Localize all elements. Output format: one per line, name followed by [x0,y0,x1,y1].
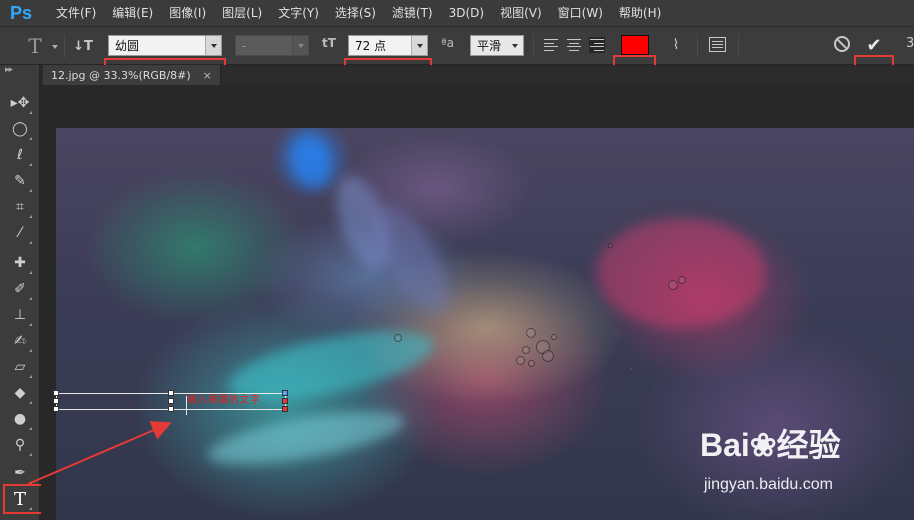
healing-tool-icon[interactable]: ✚ [8,251,32,275]
document-tab[interactable]: 12.jpg @ 33.3%(RGB/8#) × [43,65,221,85]
eyedropper-tool-icon[interactable]: ⁄ [8,221,32,245]
menu-view[interactable]: 视图(V) [492,0,550,27]
align-left-icon[interactable] [543,37,559,53]
font-style-value: - [242,38,247,53]
history-brush-tool-icon[interactable]: ✍ [8,329,32,353]
chevron-down-icon[interactable] [292,36,308,55]
menu-window[interactable]: 窗口(W) [550,0,611,27]
transform-handle[interactable] [282,390,288,396]
dodge-tool-icon[interactable]: ⚲ [8,433,32,457]
artwork-blob [204,400,408,476]
transform-handle[interactable] [53,398,59,404]
align-right-icon[interactable] [589,37,605,53]
menu-layer[interactable]: 图层(L) [214,0,270,27]
options-bar: T ↓T 幼圆 - tT 72 点 ªa 平滑 ⌇ ✔ 3 [0,27,914,89]
transform-handle[interactable] [168,406,174,412]
type-tool-preset-icon[interactable]: T [22,33,48,59]
preset-caret-icon[interactable] [52,45,58,49]
menu-bar: Ps 文件(F) 编辑(E) 图像(I) 图层(L) 文字(Y) 选择(S) 滤… [0,0,914,27]
transform-handle[interactable] [53,390,59,396]
chevron-updown-icon[interactable] [507,36,523,55]
font-size-icon: tT [322,36,336,50]
baidu-watermark: Bai❀经验 jingyan.baidu.com [700,420,905,510]
menu-image[interactable]: 图像(I) [161,0,214,27]
pen-tool-icon[interactable]: ✒ [8,461,32,485]
text-color-swatch[interactable] [621,35,649,55]
artwork-blob [284,128,338,193]
photoshop-logo: Ps [9,2,33,23]
quick-select-tool-icon[interactable]: ✎ [8,169,32,193]
brush-tool-icon[interactable]: ✐ [8,277,32,301]
menu-type[interactable]: 文字(Y) [270,0,327,27]
divider [533,34,534,58]
transform-handle[interactable] [168,390,174,396]
menu-filter[interactable]: 滤镜(T) [384,0,441,27]
font-family-dropdown[interactable]: 幼圆 [108,35,222,56]
move-tool-icon[interactable]: ▸✥ [8,91,32,115]
chevron-down-icon[interactable] [205,36,221,55]
eraser-tool-icon[interactable]: ▱ [8,355,32,379]
align-center-icon[interactable] [566,37,582,53]
text-orientation-icon[interactable]: ↓T [72,35,94,57]
collapse-icon[interactable]: ▸▸ [5,65,13,75]
paint-bucket-tool-icon[interactable]: ◆ [8,381,32,405]
text-layer-content[interactable]: 输入需要的文字 [187,393,261,409]
baidu-logo: Bai❀经验 [700,427,841,463]
menu-list: 文件(F) 编辑(E) 图像(I) 图层(L) 文字(Y) 选择(S) 滤镜(T… [48,0,669,27]
blur-tool-icon[interactable]: ● [8,407,32,431]
menu-help[interactable]: 帮助(H) [611,0,669,27]
cancel-icon[interactable] [834,36,850,52]
crop-tool-icon[interactable]: ⌗ [8,195,32,219]
menu-file[interactable]: 文件(F) [48,0,104,27]
divider [697,34,698,58]
character-panel-icon[interactable] [709,37,726,52]
transform-handle[interactable] [53,406,59,412]
menu-edit[interactable]: 编辑(E) [104,0,161,27]
marquee-tool-icon[interactable]: ◯ [8,117,32,141]
tools-panel: ▸▸ ▸✥ ◯ ℓ ✎ ⌗ ⁄ ✚ ✐ ⊥ ✍ ▱ ◆ ● ⚲ ✒ T [0,65,40,520]
font-style-dropdown[interactable]: - [235,35,309,56]
baidu-url: jingyan.baidu.com [704,476,833,493]
anti-alias-value: 平滑 [477,39,502,53]
lasso-tool-icon[interactable]: ℓ [8,143,32,167]
anti-alias-dropdown[interactable]: 平滑 [470,35,524,56]
menu-3d[interactable]: 3D(D) [441,0,492,27]
document-tab-title: 12.jpg @ 33.3%(RGB/8#) [51,68,191,82]
transform-handle[interactable] [282,406,288,412]
divider [738,34,739,58]
font-size-dropdown[interactable]: 72 点 [348,35,428,56]
transform-handle[interactable] [282,398,288,404]
transform-handle[interactable] [168,398,174,404]
divider [64,34,65,58]
warp-text-icon[interactable]: ⌇ [666,33,686,57]
menu-select[interactable]: 选择(S) [327,0,384,27]
font-family-value: 幼圆 [115,39,140,53]
stamp-tool-icon[interactable]: ⊥ [8,303,32,327]
chevron-down-icon[interactable] [411,36,427,55]
close-icon[interactable]: × [203,69,212,82]
font-size-value: 72 点 [355,39,387,53]
3d-label[interactable]: 3 [906,36,914,51]
artwork-blob [596,218,766,328]
anti-alias-icon: ªa [441,36,455,50]
